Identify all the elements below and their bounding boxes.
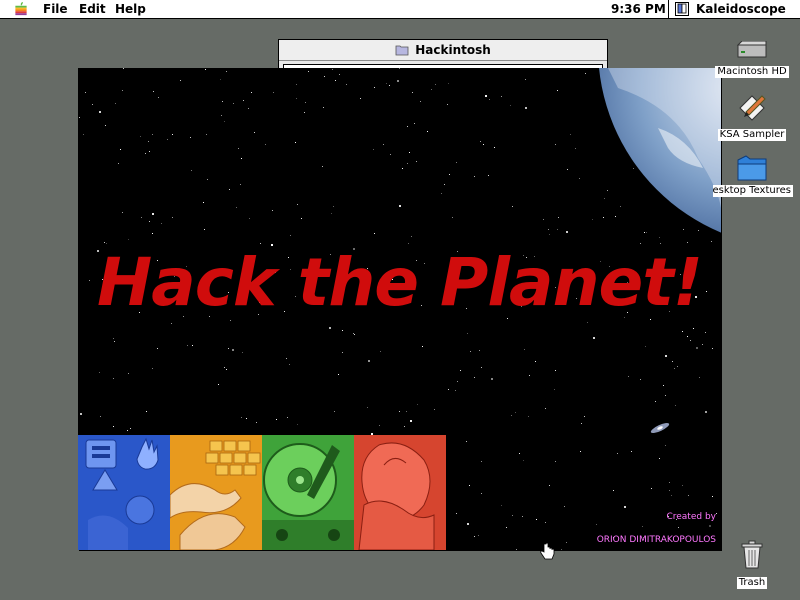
splash-headline: Hack the Planet! [97,244,703,321]
menu-bar: File Edit Help 9:36 PM Kaleidoscope [0,0,800,19]
apple-menu-icon[interactable] [13,2,29,17]
menu-edit[interactable]: Edit [79,2,106,17]
pencil-document-icon [739,95,766,121]
photo-tile-strip [78,435,448,550]
folder-icon [395,45,409,56]
desktop-icon-trash[interactable]: Trash [713,540,791,589]
application-menu-name[interactable]: Kaleidoscope [696,2,786,17]
menu-help[interactable]: Help [115,2,146,17]
folder-icon [737,155,767,181]
finder-window-titlebar[interactable]: Hackintosh [279,40,607,61]
credit-label: Created by [666,512,716,522]
trash-icon [741,540,763,569]
desktop-icon-label: Macintosh HD [715,66,789,78]
hard-drive-tile [262,435,354,550]
splash-screen[interactable]: Hack the Planet! Created by ORION DIMITR… [78,68,721,550]
desktop-icon-macintosh-hd[interactable]: Macintosh HD [713,41,791,78]
menu-file[interactable]: File [43,2,68,17]
desktop-icon-label: Desktop Textures [713,185,793,197]
application-menu-icon[interactable] [675,2,689,16]
credit-author-name: ORION DIMITRAKOPOULOS [596,535,716,545]
finder-window-title: Hackintosh [415,43,491,57]
desktop-icon-desktop-textures[interactable]: Desktop Textures [713,154,793,201]
hand-icons-tile [78,435,170,550]
galaxy-image [650,422,670,434]
menu-clock[interactable]: 9:36 PM [611,2,666,17]
keyboard-hands-tile [170,435,262,550]
desktop-icon-ksa-sampler[interactable]: KSA Sampler [713,92,791,141]
desktop-icon-label: KSA Sampler [717,129,787,141]
mouse-hand-tile [354,435,446,550]
earth-planet-image [599,68,721,233]
menu-separator [668,0,669,19]
hard-drive-icon [736,41,767,58]
desktop-icon-label: Trash [736,577,768,589]
hand-cursor-icon [540,542,555,560]
